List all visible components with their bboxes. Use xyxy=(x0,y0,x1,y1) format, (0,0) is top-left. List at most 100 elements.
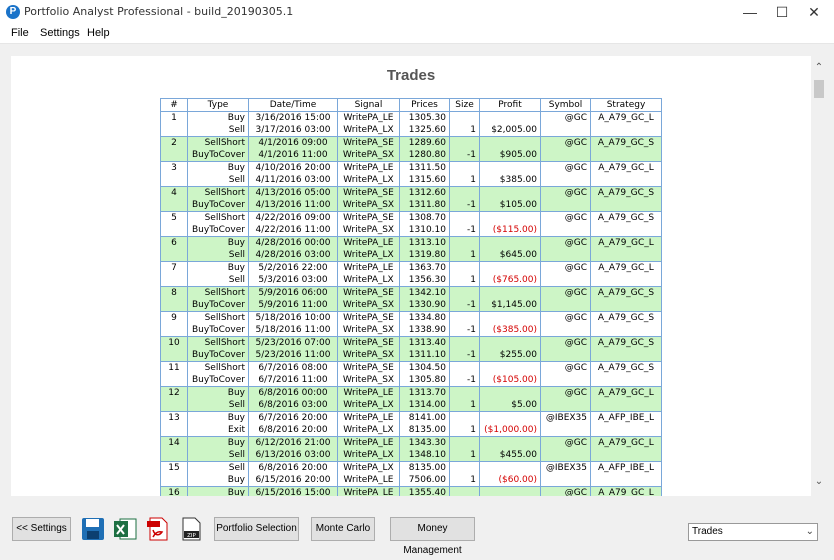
table-row[interactable]: 9 SellShort 5/18/2016 10:00 WritePA_SE 1334.… xyxy=(160,311,662,324)
col-header-number[interactable]: # xyxy=(160,98,188,112)
table-cell: A_A79_GC_L xyxy=(590,386,662,399)
monte-carlo-button[interactable]: Monte Carlo xyxy=(311,517,375,541)
table-cell: @GC xyxy=(540,286,591,299)
table-row[interactable]: Sell 4/11/2016 03:00 WritePA_LX 1315.60 1 $38… xyxy=(160,174,662,187)
table-cell: 1 xyxy=(449,124,480,137)
table-row[interactable]: Sell 6/13/2016 03:00 WritePA_LX 1348.10 1 $45… xyxy=(160,449,662,462)
table-cell: BuyToCover xyxy=(187,374,249,387)
table-row[interactable]: 8 SellShort 5/9/2016 06:00 WritePA_SE 1342.1… xyxy=(160,286,662,299)
table-cell: $645.00 xyxy=(479,249,541,262)
table-cell: SellShort xyxy=(187,136,249,149)
vertical-scrollbar[interactable]: ⌃ ⌄ xyxy=(811,56,827,496)
table-cell: Sell xyxy=(187,461,249,474)
menu-file[interactable]: File xyxy=(11,27,29,39)
menu-help[interactable]: Help xyxy=(87,27,110,39)
col-header-type[interactable]: Type xyxy=(187,98,249,112)
trade-number-cell xyxy=(160,324,188,337)
table-row[interactable]: Sell 4/28/2016 03:00 WritePA_LX 1319.80 1 $64… xyxy=(160,249,662,262)
table-row[interactable]: 2 SellShort 4/1/2016 09:00 WritePA_SE 1289.6… xyxy=(160,136,662,149)
col-header-signal[interactable]: Signal xyxy=(337,98,400,112)
table-row[interactable]: 16 Buy 6/15/2016 15:00 WritePA_LE 1355.40 @GC… xyxy=(160,486,662,496)
col-header-symbol[interactable]: Symbol xyxy=(540,98,591,112)
table-cell: 3/16/2016 15:00 xyxy=(248,111,338,124)
table-cell: @GC xyxy=(540,161,591,174)
table-cell: WritePA_LX xyxy=(337,274,400,287)
table-cell: Buy xyxy=(187,161,249,174)
col-header-profit[interactable]: Profit xyxy=(479,98,541,112)
table-cell: 6/15/2016 20:00 xyxy=(248,474,338,487)
pdf-export-icon[interactable] xyxy=(145,516,171,542)
table-cell: 1355.40 xyxy=(399,486,450,496)
table-row[interactable]: BuyToCover 5/18/2016 11:00 WritePA_SX 1338.… xyxy=(160,324,662,337)
table-cell: 4/28/2016 00:00 xyxy=(248,236,338,249)
table-row[interactable]: 15 Sell 6/8/2016 20:00 WritePA_LX 8135.00 @IB… xyxy=(160,461,662,474)
table-cell: WritePA_SE xyxy=(337,311,400,324)
close-icon[interactable]: ✕ xyxy=(794,0,834,24)
table-cell: WritePA_SE xyxy=(337,136,400,149)
report-view-select[interactable]: Trades ⌄ xyxy=(688,523,818,541)
save-icon[interactable] xyxy=(80,516,106,542)
settings-back-button[interactable]: << Settings xyxy=(12,517,71,541)
table-row[interactable]: 10 SellShort 5/23/2016 07:00 WritePA_SE 1313… xyxy=(160,336,662,349)
col-header-strategy[interactable]: Strategy xyxy=(590,98,662,112)
scroll-down-icon[interactable]: ⌄ xyxy=(811,474,827,490)
table-row[interactable]: 14 Buy 6/12/2016 21:00 WritePA_LE 1343.30 @GC… xyxy=(160,436,662,449)
table-row[interactable]: 12 Buy 6/8/2016 00:00 WritePA_LE 1313.70 @GC A… xyxy=(160,386,662,399)
table-cell: WritePA_LX xyxy=(337,249,400,262)
table-cell: WritePA_SX xyxy=(337,374,400,387)
table-cell xyxy=(540,124,591,137)
table-row[interactable]: 13 Buy 6/7/2016 20:00 WritePA_LE 8141.00 @IBE… xyxy=(160,411,662,424)
table-cell xyxy=(479,361,541,374)
table-row[interactable]: 11 SellShort 6/7/2016 08:00 WritePA_SE 1304.… xyxy=(160,361,662,374)
table-cell: Buy xyxy=(187,111,249,124)
table-cell: 7506.00 xyxy=(399,474,450,487)
table-row[interactable]: 1 Buy 3/16/2016 15:00 WritePA_LE 1305.30 @GC A… xyxy=(160,111,662,124)
table-row[interactable]: BuyToCover 4/22/2016 11:00 WritePA_SX 1310.… xyxy=(160,224,662,237)
table-cell: Buy xyxy=(187,236,249,249)
table-cell: $905.00 xyxy=(479,149,541,162)
table-cell: A_A79_GC_L xyxy=(590,261,662,274)
trades-table-body: 1 Buy 3/16/2016 15:00 WritePA_LE 1305.30 @GC A… xyxy=(160,111,662,496)
table-cell: A_A79_GC_L xyxy=(590,161,662,174)
table-cell xyxy=(479,136,541,149)
col-header-datetime[interactable]: Date/Time xyxy=(248,98,338,112)
table-row[interactable]: Sell 6/8/2016 03:00 WritePA_LX 1314.00 1 $5.0… xyxy=(160,399,662,412)
table-row[interactable]: BuyToCover 5/23/2016 11:00 WritePA_SX 1311.… xyxy=(160,349,662,362)
table-cell: -1 xyxy=(449,324,480,337)
table-cell: 4/10/2016 20:00 xyxy=(248,161,338,174)
table-row[interactable]: BuyToCover 4/13/2016 11:00 WritePA_SX 1311.… xyxy=(160,199,662,212)
col-header-prices[interactable]: Prices xyxy=(399,98,450,112)
table-cell: A_A79_GC_S xyxy=(590,211,662,224)
table-row[interactable]: BuyToCover 5/9/2016 11:00 WritePA_SX 1330.9… xyxy=(160,299,662,312)
table-row[interactable]: 6 Buy 4/28/2016 00:00 WritePA_LE 1313.10 @GC A… xyxy=(160,236,662,249)
table-cell xyxy=(540,299,591,312)
excel-export-icon[interactable] xyxy=(112,516,138,542)
col-header-size[interactable]: Size xyxy=(449,98,480,112)
money-management-button[interactable]: Money Management xyxy=(390,517,475,556)
trade-number-cell xyxy=(160,374,188,387)
table-row[interactable]: Buy 6/15/2016 20:00 WritePA_LE 7506.00 1 ($60… xyxy=(160,474,662,487)
table-row[interactable]: BuyToCover 4/1/2016 11:00 WritePA_SX 1280.8… xyxy=(160,149,662,162)
chevron-down-icon[interactable]: ⌄ xyxy=(806,524,814,540)
menu-settings[interactable]: Settings xyxy=(40,27,80,39)
trade-number-cell: 3 xyxy=(160,161,188,174)
table-cell xyxy=(449,386,480,399)
table-cell xyxy=(590,274,662,287)
table-row[interactable]: 4 SellShort 4/13/2016 05:00 WritePA_SE 1312.… xyxy=(160,186,662,199)
table-row[interactable]: Sell 5/3/2016 03:00 WritePA_LX 1356.30 1 ($76… xyxy=(160,274,662,287)
table-row[interactable]: 7 Buy 5/2/2016 22:00 WritePA_LE 1363.70 @GC A_… xyxy=(160,261,662,274)
zip-export-icon[interactable]: ZIP xyxy=(178,516,204,542)
table-row[interactable]: 3 Buy 4/10/2016 20:00 WritePA_LE 1311.50 @GC A… xyxy=(160,161,662,174)
table-row[interactable]: Sell 3/17/2016 03:00 WritePA_LX 1325.60 1 $2,… xyxy=(160,124,662,137)
table-cell xyxy=(540,249,591,262)
scroll-up-icon[interactable]: ⌃ xyxy=(811,60,827,76)
table-row[interactable]: BuyToCover 6/7/2016 11:00 WritePA_SX 1305.8… xyxy=(160,374,662,387)
table-cell: SellShort xyxy=(187,311,249,324)
table-cell: 8141.00 xyxy=(399,411,450,424)
table-row[interactable]: Exit 6/8/2016 20:00 WritePA_LX 8135.00 1 ($1,… xyxy=(160,424,662,437)
table-cell: @GC xyxy=(540,186,591,199)
scrollbar-thumb[interactable] xyxy=(814,80,824,98)
table-row[interactable]: 5 SellShort 4/22/2016 09:00 WritePA_SE 1308.… xyxy=(160,211,662,224)
portfolio-selection-button[interactable]: Portfolio Selection xyxy=(214,517,299,541)
table-cell: Buy xyxy=(187,486,249,496)
